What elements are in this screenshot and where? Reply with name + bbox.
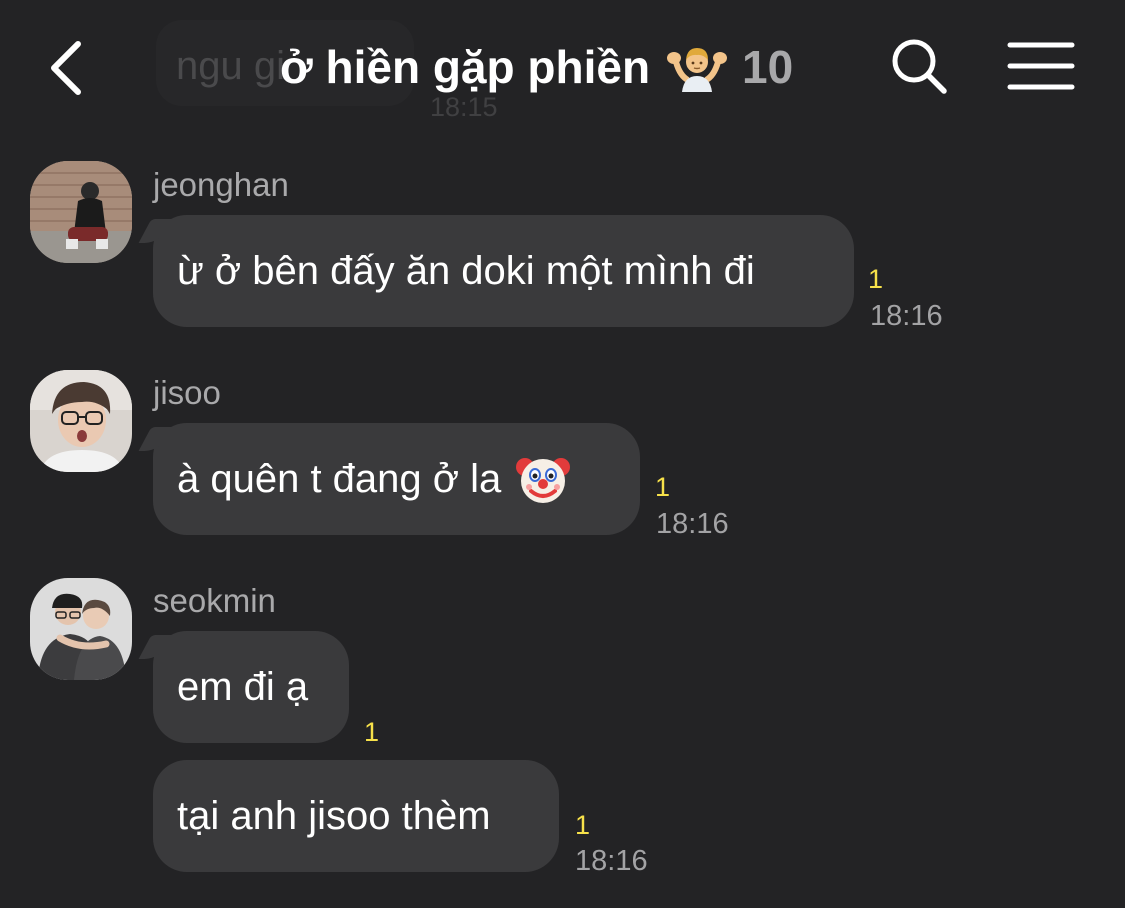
unread-count: 1 bbox=[364, 717, 380, 747]
back-button[interactable] bbox=[38, 36, 98, 100]
clown-face-emoji bbox=[515, 451, 571, 507]
avatar-jisoo[interactable] bbox=[30, 370, 132, 472]
avatar-seokmin[interactable] bbox=[30, 578, 132, 680]
avatar-jeonghan[interactable] bbox=[30, 161, 132, 263]
sender-name: jeonghan bbox=[153, 166, 289, 203]
scrolled-message-text: ngu gi bbox=[176, 44, 285, 88]
unread-count: 1 bbox=[868, 264, 884, 294]
sender-name: jisoo bbox=[153, 374, 221, 411]
chat-title[interactable]: ở hiền gặp phiền 10 bbox=[280, 40, 793, 94]
hamburger-menu-icon bbox=[1007, 42, 1075, 90]
unread-count: 1 bbox=[655, 472, 671, 502]
message-bubble[interactable]: à quên t đang ở la bbox=[153, 423, 640, 535]
search-button[interactable] bbox=[888, 34, 950, 98]
scrolled-message-time: 18:15 bbox=[430, 92, 498, 122]
message-text: tại anh jisoo thèm bbox=[177, 793, 491, 838]
member-count: 10 bbox=[742, 41, 794, 93]
message-bubble[interactable]: em đi ạ bbox=[153, 631, 349, 743]
menu-button[interactable] bbox=[1006, 40, 1076, 92]
message-time: 18:16 bbox=[870, 300, 943, 332]
chat-header: ngu gi 18:15 ở hiền gặp phiền 10 bbox=[0, 0, 1125, 140]
message-text: ừ ở bên đấy ăn doki một mình đi bbox=[177, 248, 755, 293]
message-time: 18:16 bbox=[656, 508, 729, 540]
person-shrugging-emoji bbox=[666, 42, 728, 92]
message-text: à quên t đang ở la bbox=[177, 456, 502, 501]
message-bubble[interactable]: ừ ở bên đấy ăn doki một mình đi bbox=[153, 215, 854, 327]
message-bubble[interactable]: tại anh jisoo thèm bbox=[153, 760, 559, 872]
message-text: em đi ạ bbox=[177, 664, 309, 709]
chat-title-text: ở hiền gặp phiền bbox=[280, 41, 651, 93]
chevron-left-icon bbox=[51, 41, 81, 95]
search-icon bbox=[892, 39, 947, 94]
sender-name: seokmin bbox=[153, 582, 276, 619]
unread-count: 1 bbox=[575, 810, 591, 840]
message-time: 18:16 bbox=[575, 845, 648, 877]
